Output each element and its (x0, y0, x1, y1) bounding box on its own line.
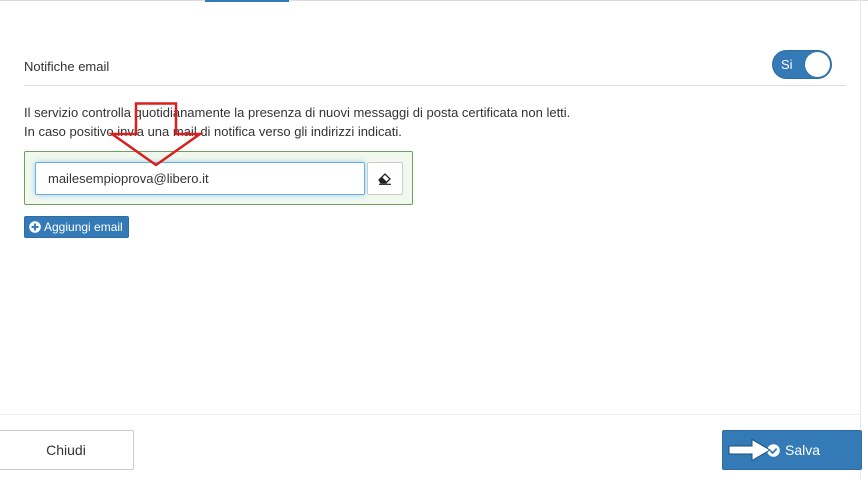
email-notifications-label: Notifiche email (24, 59, 110, 74)
email-entry-panel (24, 151, 413, 205)
service-description: Il servizio controlla quotidianamente la… (24, 103, 570, 141)
active-tab-indicator (205, 0, 289, 2)
right-edge-divider (860, 0, 861, 480)
add-email-button[interactable]: Aggiungi email (24, 216, 129, 238)
description-line-2: In caso positivo invia una mail di notif… (24, 124, 402, 139)
save-button-label: Salva (785, 442, 821, 458)
plus-circle-icon (29, 221, 41, 233)
email-notifications-toggle[interactable]: Si (772, 50, 832, 79)
toggle-knob (805, 52, 830, 77)
email-notifications-row: Notifiche email Si (24, 47, 846, 86)
close-button-label: Chiudi (46, 442, 86, 458)
close-button[interactable]: Chiudi (0, 430, 134, 470)
add-email-label: Aggiungi email (44, 220, 123, 234)
email-field[interactable] (35, 162, 365, 195)
clear-email-button[interactable] (367, 162, 403, 195)
save-button[interactable]: Salva (722, 430, 862, 470)
footer-divider (0, 414, 860, 415)
top-border (0, 0, 868, 1)
eraser-icon (378, 173, 391, 185)
toggle-state-label: Si (781, 57, 793, 72)
check-circle-icon (767, 443, 780, 457)
description-line-1: Il servizio controlla quotidianamente la… (24, 105, 571, 120)
